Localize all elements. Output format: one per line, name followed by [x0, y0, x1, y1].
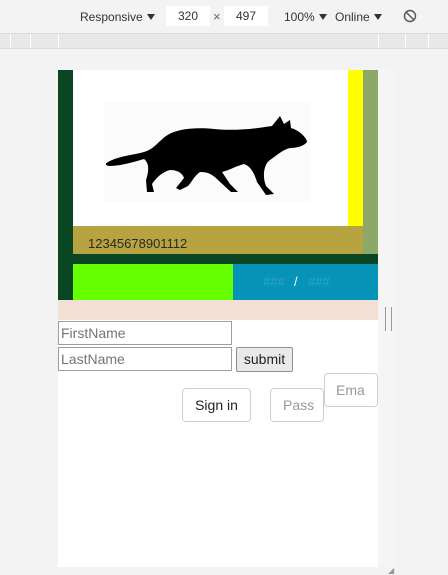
- media-query-ruler: [0, 33, 448, 49]
- zoom-select-label: 100%: [284, 10, 315, 24]
- email-field[interactable]: Ema: [324, 373, 378, 407]
- dark-strip: [58, 254, 378, 264]
- height-input[interactable]: 497: [224, 6, 268, 26]
- password-field[interactable]: Pass: [270, 388, 324, 422]
- hero-yellow-strip: [348, 70, 363, 226]
- peach-band: [58, 300, 378, 320]
- chevron-down-icon: [318, 13, 327, 20]
- zoom-select[interactable]: 100%: [284, 10, 327, 24]
- nav-separator: /: [294, 274, 298, 289]
- resize-corner-icon[interactable]: ◢: [388, 566, 394, 575]
- network-throttle-select[interactable]: Online: [335, 10, 382, 24]
- submit-button[interactable]: submit: [236, 347, 293, 372]
- device-toolbar: Responsive 320 × 497 100% Online: [0, 0, 448, 33]
- sign-in-button[interactable]: Sign in: [182, 388, 251, 422]
- device-select-label: Responsive: [80, 10, 143, 24]
- rotate-disabled-icon[interactable]: [403, 9, 417, 23]
- cat-silhouette-icon: [105, 116, 307, 195]
- nav-link-right[interactable]: ###: [308, 264, 330, 300]
- device-select[interactable]: Responsive: [80, 10, 155, 24]
- nav-link-left[interactable]: ###: [263, 264, 285, 300]
- width-input[interactable]: 320: [166, 6, 210, 26]
- network-select-label: Online: [335, 10, 370, 24]
- chevron-down-icon: [146, 13, 155, 20]
- lastname-input[interactable]: [58, 347, 232, 371]
- caption-bar: 12345678901112: [73, 226, 363, 254]
- lime-block: [73, 264, 233, 300]
- nav-bar: ### / ###: [233, 264, 378, 300]
- cat-image: [104, 102, 310, 202]
- hero-right-strip: [363, 70, 378, 254]
- resize-handle[interactable]: [385, 307, 392, 331]
- emulated-viewport: 12345678901112 ### / ### submit Sign in …: [58, 70, 378, 567]
- firstname-input[interactable]: [58, 321, 232, 345]
- dimension-times-label: ×: [213, 9, 221, 24]
- chevron-down-icon: [373, 13, 382, 20]
